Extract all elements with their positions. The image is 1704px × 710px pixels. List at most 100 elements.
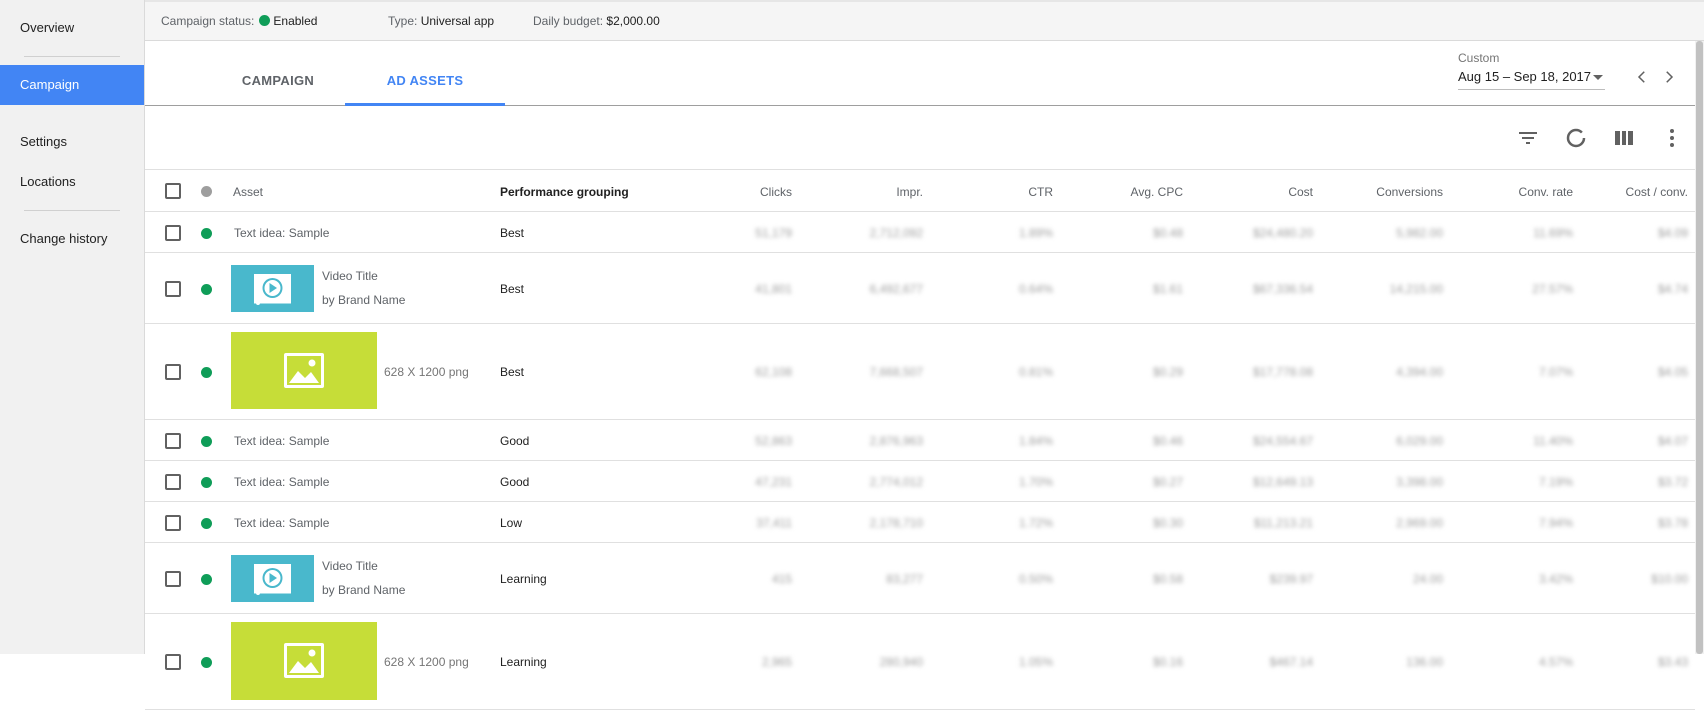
metric-impr: 83,277 <box>886 572 923 586</box>
performance-grouping: Low <box>500 516 523 530</box>
metric-avg-cpc: $1.61 <box>1152 282 1183 296</box>
performance-grouping: Best <box>500 282 525 296</box>
video-thumbnail[interactable] <box>231 555 314 602</box>
column-header-cost-per-conv[interactable]: Cost / conv. <box>1575 185 1688 199</box>
scrollbar-thumb[interactable] <box>1696 41 1703 654</box>
tab-campaign[interactable]: CAMPAIGN <box>205 41 351 105</box>
metric-cost-conv: $3.43 <box>1657 655 1688 669</box>
metric-clicks: 41,801 <box>755 282 792 296</box>
metric-impr: 280,940 <box>879 655 923 669</box>
image-thumbnail[interactable] <box>231 332 377 409</box>
campaign-type-value: Universal app <box>420 14 495 28</box>
video-brand: by Brand Name <box>322 293 406 307</box>
column-header-conv-rate[interactable]: Conv. rate <box>1455 185 1573 199</box>
video-title[interactable]: Video Title <box>322 559 378 573</box>
enabled-status-dot-icon <box>259 15 271 26</box>
campaign-status-label: Campaign status: <box>161 14 255 28</box>
enabled-status-dot-icon <box>201 657 212 668</box>
metric-cost-conv: $3.78 <box>1657 516 1688 530</box>
metric-avg-cpc: $0.58 <box>1152 572 1183 586</box>
row-checkbox[interactable] <box>165 364 181 380</box>
video-brand: by Brand Name <box>322 583 406 597</box>
column-header-conversions[interactable]: Conversions <box>1325 185 1443 199</box>
metric-impr: 6,492,677 <box>869 282 923 296</box>
daily-budget: Daily budget: $2,000.00 <box>533 14 660 28</box>
metric-cost-conv: $4.09 <box>1657 226 1688 240</box>
table-row[interactable]: 628 X 1200 png Best 62,108 7,668,507 0.81% $0… <box>145 324 1695 420</box>
column-header-avg-cpc[interactable]: Avg. CPC <box>1065 185 1183 199</box>
enabled-status-dot-icon <box>201 518 212 529</box>
video-title[interactable]: Video Title <box>322 269 378 283</box>
vertical-scrollbar[interactable] <box>1695 41 1704 654</box>
enabled-status-dot-icon <box>201 367 212 378</box>
metric-avg-cpc: $0.48 <box>1152 226 1183 240</box>
metric-cost: $24,554.67 <box>1252 434 1313 448</box>
table-row[interactable]: Video Title by Brand Name Best 41,801 6,492,… <box>145 253 1695 324</box>
enabled-status-dot-icon <box>201 436 212 447</box>
date-range-select[interactable]: Aug 15 – Sep 18, 2017 <box>1458 66 1605 90</box>
row-checkbox[interactable] <box>165 571 181 587</box>
metric-conv-rate: 11.40% <box>1533 434 1573 448</box>
column-header-ctr[interactable]: CTR <box>935 185 1053 199</box>
column-header-impr[interactable]: Impr. <box>805 185 923 199</box>
asset-text[interactable]: Text idea: Sample <box>234 516 329 530</box>
tab-bar: CAMPAIGN AD ASSETS Custom Aug 15 – Sep 1… <box>145 41 1695 106</box>
column-header-performance-grouping[interactable]: Performance grouping <box>500 185 629 199</box>
row-checkbox[interactable] <box>165 654 181 670</box>
chevron-right-icon[interactable] <box>1660 68 1678 86</box>
column-header-cost[interactable]: Cost <box>1195 185 1313 199</box>
metric-ctr: 1.70% <box>1018 475 1053 489</box>
chevron-left-icon[interactable] <box>1633 68 1651 86</box>
video-play-icon <box>254 564 291 595</box>
image-thumbnail[interactable] <box>231 622 377 700</box>
table-row[interactable]: Text idea: Sample Good 47,231 2,774,012 1.70… <box>145 461 1695 502</box>
row-checkbox[interactable] <box>165 225 181 241</box>
table-row[interactable]: Text idea: Sample Low 37,411 2,178,710 1.72%… <box>145 502 1695 543</box>
metric-conv-rate: 11.69% <box>1533 226 1573 240</box>
metric-conv-rate: 7.07% <box>1538 365 1573 379</box>
image-caption: 628 X 1200 png <box>384 655 469 669</box>
daily-budget-value: $2,000.00 <box>606 14 660 28</box>
select-all-checkbox[interactable] <box>165 183 181 199</box>
asset-text[interactable]: Text idea: Sample <box>234 434 329 448</box>
campaign-status: Campaign status: Enabled <box>161 14 317 28</box>
video-thumbnail[interactable] <box>231 265 314 312</box>
tab-ad-assets[interactable]: AD ASSETS <box>345 41 505 106</box>
row-checkbox[interactable] <box>165 515 181 531</box>
metric-ctr: 1.84% <box>1018 434 1053 448</box>
table-row[interactable]: Text idea: Sample Best 51,179 2,712,092 1.89… <box>145 212 1695 253</box>
metric-conv-rate: 27.57% <box>1532 282 1573 296</box>
table-row[interactable]: Text idea: Sample Good 52,863 2,876,963 1.84… <box>145 420 1695 461</box>
sidebar-item-campaign[interactable]: Campaign <box>0 65 144 105</box>
sidebar-divider <box>24 56 120 57</box>
sidebar-divider <box>24 210 120 211</box>
performance-grouping: Best <box>500 365 525 379</box>
table-row[interactable]: Video Title by Brand Name Learning 415 83,27… <box>145 543 1695 614</box>
metric-conversions: 4,394.00 <box>1396 365 1443 379</box>
asset-text[interactable]: Text idea: Sample <box>234 475 329 489</box>
row-checkbox[interactable] <box>165 433 181 449</box>
sidebar-item-change-history[interactable]: Change history <box>0 219 144 259</box>
sidebar-item-settings[interactable]: Settings <box>0 122 144 162</box>
table-row[interactable]: 628 X 1200 png Learning 2,965 280,940 1.05% $… <box>145 614 1695 710</box>
campaign-status-bar: Campaign status: Enabled Type: Universal … <box>145 0 1704 41</box>
metric-cost: $67,336.54 <box>1252 282 1313 296</box>
asset-text[interactable]: Text idea: Sample <box>234 226 329 240</box>
segment-icon[interactable] <box>1564 126 1588 150</box>
row-checkbox[interactable] <box>165 281 181 297</box>
columns-icon[interactable] <box>1612 126 1636 150</box>
column-header-asset[interactable]: Asset <box>233 185 263 199</box>
metric-avg-cpc: $0.16 <box>1152 655 1183 669</box>
metric-cost: $239.97 <box>1269 572 1313 586</box>
metric-clicks: 2,965 <box>761 655 792 669</box>
column-header-clicks[interactable]: Clicks <box>685 185 792 199</box>
metric-conversions: 24.00 <box>1412 572 1443 586</box>
sidebar-item-locations[interactable]: Locations <box>0 162 144 202</box>
more-vert-icon[interactable] <box>1660 126 1684 150</box>
sidebar-item-overview[interactable]: Overview <box>0 8 144 48</box>
metric-cost-conv: $4.74 <box>1657 282 1688 296</box>
filter-icon[interactable] <box>1516 126 1540 150</box>
metric-conversions: 3,398.00 <box>1396 475 1443 489</box>
dropdown-caret-icon <box>1593 75 1603 80</box>
row-checkbox[interactable] <box>165 474 181 490</box>
